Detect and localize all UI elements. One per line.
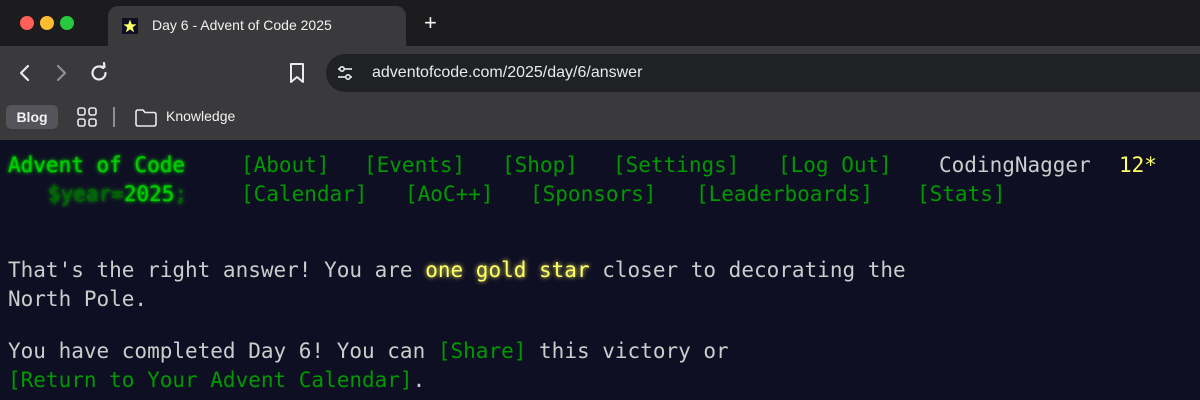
nav-aoc-plus-plus[interactable]: [AoC++]: [405, 182, 494, 206]
return-to-calendar-link[interactable]: [Return to Your Advent Calendar]: [8, 368, 413, 392]
answer-text-end: closer to decorating the: [589, 258, 906, 282]
reload-icon[interactable]: [86, 60, 112, 86]
answer-text-start: That's the right answer! You are: [8, 258, 426, 282]
bookmark-blog[interactable]: Blog: [6, 105, 58, 129]
bookmarks-bar: Blog Knowledge: [0, 100, 1200, 140]
completion-text-end: this victory or: [526, 339, 729, 363]
nav-about[interactable]: [About]: [241, 153, 330, 177]
bookmark-folder-knowledge[interactable]: Knowledge: [166, 108, 235, 124]
year-display[interactable]: $year=2025;: [48, 182, 187, 206]
back-icon[interactable]: [12, 60, 38, 86]
site-settings-icon[interactable]: [336, 64, 354, 82]
star-count: 12*: [1119, 153, 1157, 177]
nav-stats[interactable]: [Stats]: [917, 182, 1006, 206]
bookmarks-divider: [113, 107, 115, 127]
nav-shop[interactable]: [Shop]: [502, 153, 578, 177]
completion-message-line1: You have completed Day 6! You can [Share…: [8, 339, 729, 363]
user-name: CodingNagger: [939, 153, 1091, 177]
apps-grid-icon[interactable]: [76, 106, 98, 128]
minimize-window-button[interactable]: [40, 16, 54, 30]
nav-settings[interactable]: [Settings]: [613, 153, 739, 177]
year-suffix: ;: [174, 182, 188, 206]
answer-message-line1: That's the right answer! You are one gol…: [8, 258, 906, 282]
star-favicon-icon: [122, 18, 138, 34]
forward-icon[interactable]: [48, 60, 74, 86]
folder-icon[interactable]: [134, 108, 158, 128]
bookmark-icon[interactable]: [284, 60, 310, 86]
tab-active[interactable]: Day 6 - Advent of Code 2025: [108, 6, 406, 46]
nav-events[interactable]: [Events]: [364, 153, 465, 177]
gold-star-text: one gold star: [425, 258, 590, 282]
year-prefix: $year=: [48, 182, 124, 206]
completion-message-line2: [Return to Your Advent Calendar].: [8, 368, 425, 392]
nav-sponsors[interactable]: [Sponsors]: [530, 182, 656, 206]
completion-text-start: You have completed Day 6! You can: [8, 339, 438, 363]
zoom-window-button[interactable]: [60, 16, 74, 30]
tab-strip: Day 6 - Advent of Code 2025 +: [0, 0, 1200, 46]
tab-title: Day 6 - Advent of Code 2025: [152, 17, 332, 33]
site-title[interactable]: Advent of Code: [8, 153, 185, 177]
address-bar[interactable]: adventofcode.com/2025/day/6/answer: [326, 54, 1200, 92]
nav-calendar[interactable]: [Calendar]: [241, 182, 367, 206]
new-tab-button[interactable]: +: [424, 12, 437, 34]
url-text[interactable]: adventofcode.com/2025/day/6/answer: [372, 64, 642, 82]
share-link[interactable]: [Share]: [438, 339, 527, 363]
completion-period: .: [412, 368, 426, 392]
close-window-button[interactable]: [20, 16, 34, 30]
answer-message-line2: North Pole.: [8, 287, 148, 311]
nav-log-out[interactable]: [Log Out]: [778, 153, 892, 177]
browser-toolbar: adventofcode.com/2025/day/6/answer: [0, 46, 1200, 100]
nav-leaderboards[interactable]: [Leaderboards]: [696, 182, 873, 206]
year-value: 2025: [123, 182, 175, 206]
page-content: Advent of Code [About] [Events] [Shop] […: [0, 140, 1200, 400]
